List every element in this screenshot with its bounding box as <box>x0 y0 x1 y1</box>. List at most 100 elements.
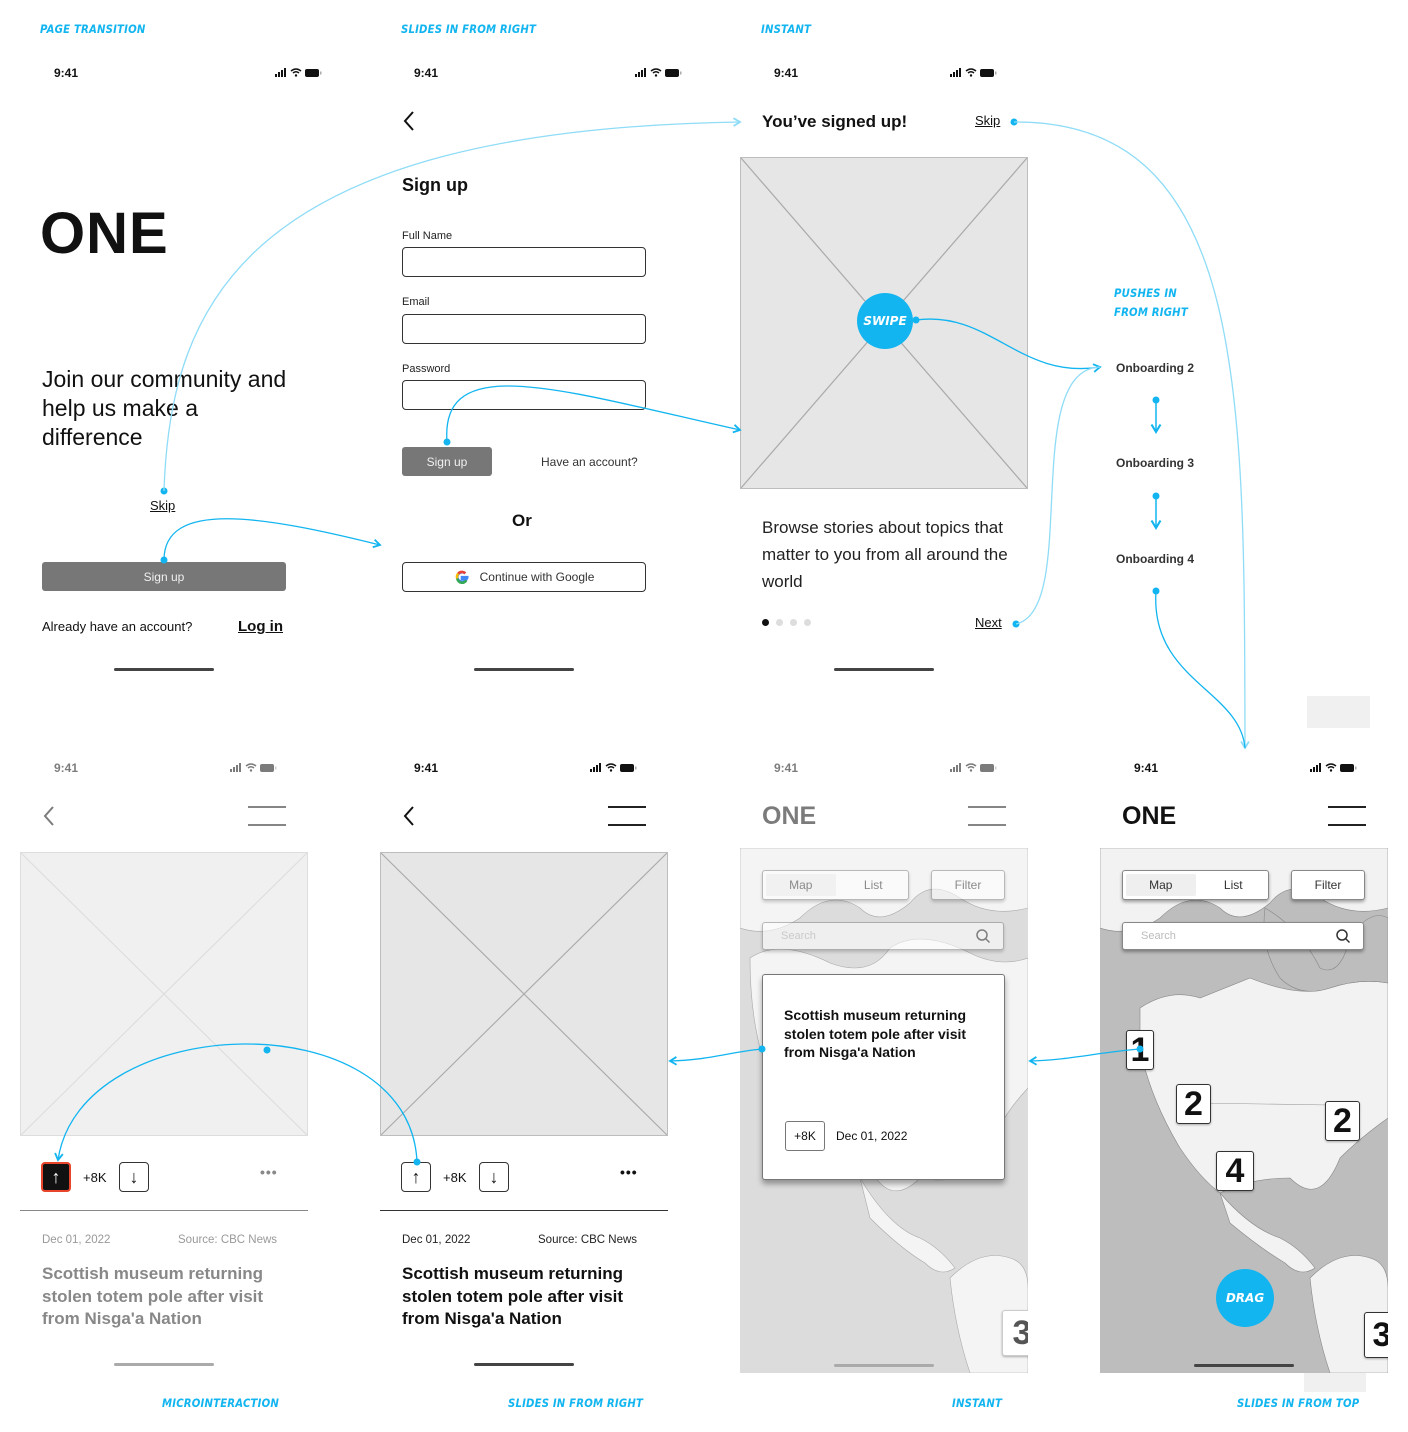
tab-map[interactable]: Map <box>1126 874 1196 896</box>
wifi-icon <box>290 68 302 74</box>
upvote-button-active[interactable]: ↑ <box>41 1162 71 1192</box>
filter-button[interactable]: Filter <box>1291 870 1365 900</box>
vote-count: +8K <box>83 1170 107 1185</box>
view-toggle[interactable]: Map List <box>1122 870 1269 900</box>
page-title: Sign up <box>402 175 468 195</box>
status-icons <box>950 68 997 77</box>
page-dot[interactable] <box>776 619 783 626</box>
menu-icon[interactable] <box>248 806 286 826</box>
downvote-button[interactable]: ↓ <box>119 1162 149 1192</box>
skip-link[interactable]: Skip <box>975 113 1000 128</box>
swipe-gesture-indicator: SWIPE <box>857 293 913 349</box>
full-name-input[interactable] <box>402 247 646 277</box>
password-input[interactable] <box>402 380 646 410</box>
signup-screen: 9:41 Sign up Full Name Email Password Si… <box>400 60 690 720</box>
divider <box>20 1210 308 1211</box>
have-account-link[interactable]: Have an account? <box>541 455 638 469</box>
map-pin[interactable]: 4 <box>1216 1151 1254 1191</box>
search-input[interactable]: Search <box>1122 922 1364 950</box>
arrow-down-icon: ↓ <box>129 1166 139 1187</box>
page-dot[interactable] <box>790 619 797 626</box>
page-dot[interactable] <box>804 619 811 626</box>
skip-link[interactable]: Skip <box>150 498 175 513</box>
map-pin[interactable]: 3 <box>1364 1312 1388 1358</box>
status-time: 9:41 <box>774 66 799 80</box>
signup-button[interactable]: Sign up <box>42 562 286 591</box>
menu-icon[interactable] <box>608 806 646 826</box>
page-indicator[interactable] <box>762 619 811 626</box>
article-headline: Scottish museum returning stolen totem p… <box>402 1264 624 1328</box>
vote-count: +8K <box>443 1170 467 1185</box>
back-icon[interactable] <box>42 805 56 827</box>
search-placeholder: Search <box>1141 930 1176 942</box>
status-time: 9:41 <box>774 761 799 775</box>
more-options-icon[interactable]: ••• <box>260 1164 278 1180</box>
card-date: Dec 01, 2022 <box>836 1129 908 1143</box>
map-pin[interactable]: 2 <box>1325 1101 1360 1141</box>
tab-list[interactable]: List <box>1199 871 1269 899</box>
app-logo: ONE <box>762 802 817 830</box>
transition-label: PUSHES IN <box>1114 286 1177 300</box>
menu-icon[interactable] <box>1328 806 1366 826</box>
tab-map[interactable]: Map <box>766 874 836 896</box>
article-date: Dec 01, 2022 <box>42 1234 111 1246</box>
image-placeholder <box>20 852 308 1136</box>
flow-node-onboarding-3: Onboarding 3 <box>1116 456 1194 470</box>
image-placeholder <box>380 852 668 1136</box>
arrow-up-icon: ↑ <box>51 1166 61 1187</box>
filter-button[interactable]: Filter <box>931 870 1005 900</box>
arrow-up-icon: ↑ <box>411 1166 421 1187</box>
status-icons <box>635 68 682 77</box>
page-dot-active[interactable] <box>762 619 769 626</box>
transition-label: INSTANT <box>761 22 812 36</box>
tab-list[interactable]: List <box>839 871 909 899</box>
onboarding-screen: 9:41 You’ve signed up! Skip SWIPE Browse… <box>740 60 1040 720</box>
onboarding-body: Browse stories about topics that matter … <box>762 518 1008 591</box>
card-vote-count: +8K <box>785 1121 825 1151</box>
article-headline: Scottish museum returning stolen totem p… <box>42 1264 264 1328</box>
login-link[interactable]: Log in <box>238 618 283 635</box>
status-icons <box>230 763 277 772</box>
email-input[interactable] <box>402 314 646 344</box>
signup-submit-button[interactable]: Sign up <box>402 447 492 476</box>
search-icon[interactable] <box>975 928 991 944</box>
card-headline: Scottish museum returning stolen totem p… <box>784 1007 967 1060</box>
google-button[interactable]: Continue with Google <box>402 562 646 592</box>
arrow-down-icon: ↓ <box>489 1166 499 1187</box>
divider <box>380 1210 668 1211</box>
signal-icon <box>275 74 277 77</box>
page-title: You’ve signed up! <box>762 112 908 131</box>
transition-label: FROM RIGHT <box>1114 305 1188 319</box>
field-label: Full Name <box>402 230 453 242</box>
view-toggle[interactable]: Map List <box>762 870 909 900</box>
downvote-button[interactable]: ↓ <box>479 1162 509 1192</box>
field-label: Email <box>402 296 430 308</box>
upvote-button[interactable]: ↑ <box>401 1162 431 1192</box>
have-account-text: Already have an account? <box>42 619 193 634</box>
article-source: Source: CBC News <box>538 1234 638 1246</box>
transition-label: SLIDES IN FROM RIGHT <box>401 22 537 36</box>
status-time: 9:41 <box>414 66 439 80</box>
flow-node-onboarding-4: Onboarding 4 <box>1116 552 1194 566</box>
app-logo: ONE <box>40 201 169 266</box>
next-link[interactable]: Next <box>975 615 1002 630</box>
menu-icon[interactable] <box>968 806 1006 826</box>
article-screen-microinteraction: 9:41 ↑ +8K ↓ ••• Dec 01, 2022 Source: CB… <box>20 755 308 1415</box>
more-options-icon[interactable]: ••• <box>620 1164 638 1180</box>
back-icon[interactable] <box>402 805 416 827</box>
status-time: 9:41 <box>54 66 79 80</box>
story-card[interactable]: Scottish museum returning stolen totem p… <box>762 974 1005 1180</box>
search-input[interactable]: Search <box>762 922 1004 950</box>
back-icon[interactable] <box>402 110 416 132</box>
status-time: 9:41 <box>54 761 79 775</box>
or-divider: Or <box>512 511 532 530</box>
map-pin[interactable]: 1 <box>1126 1030 1154 1070</box>
status-time: 9:41 <box>414 761 439 775</box>
drag-gesture-indicator: DRAG <box>1216 1269 1274 1327</box>
map-pin[interactable]: 3 <box>1002 1310 1028 1356</box>
connector-onboarding4-to-map <box>1155 590 1246 749</box>
status-icons <box>275 68 322 77</box>
search-icon[interactable] <box>1335 928 1351 944</box>
map-pin[interactable]: 2 <box>1176 1084 1211 1124</box>
transition-label: PAGE TRANSITION <box>40 22 146 36</box>
